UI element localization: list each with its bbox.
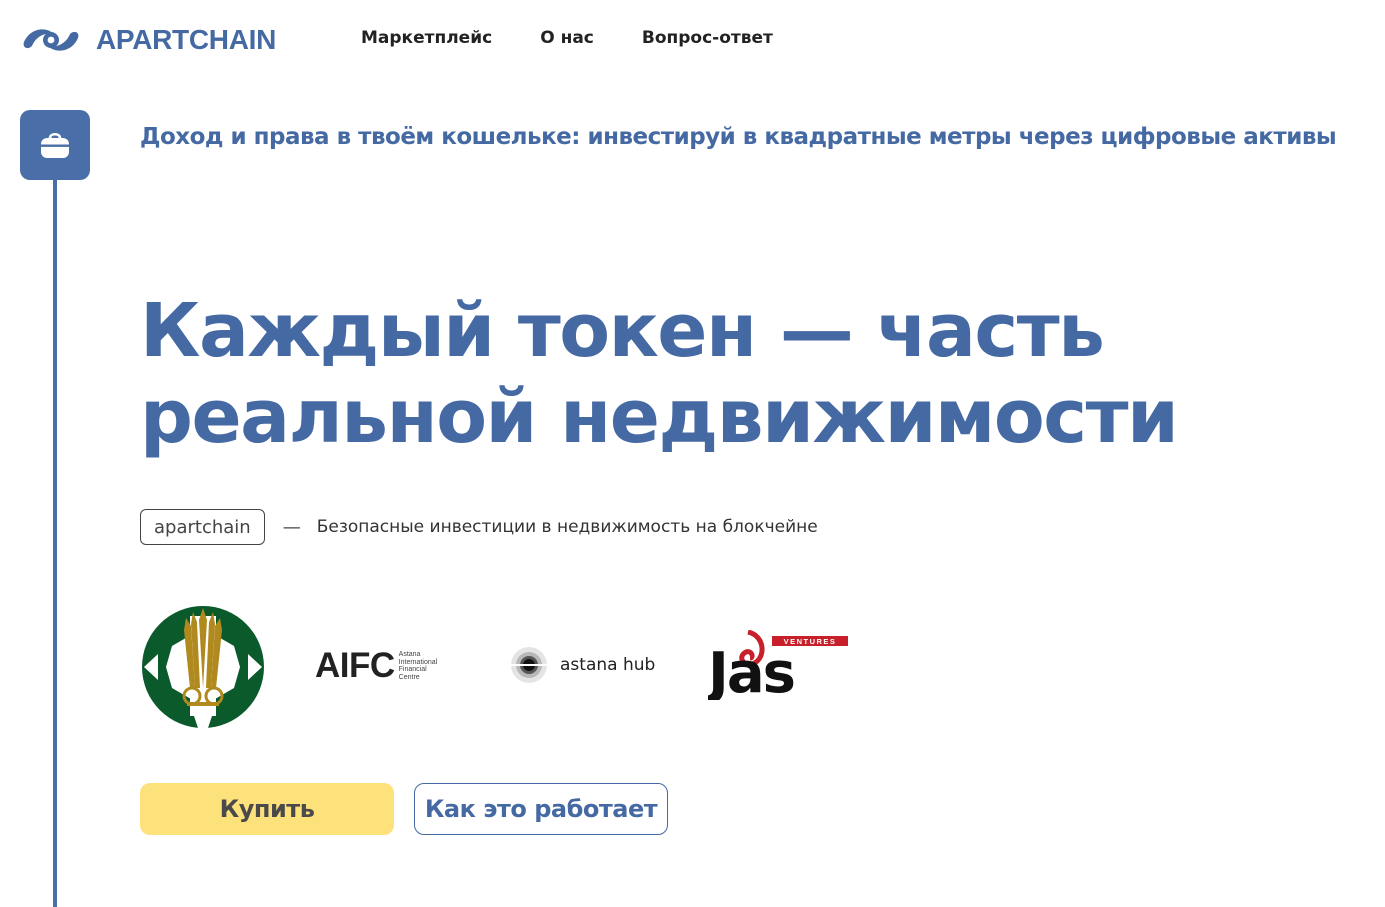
tagline: Доход и права в твоём кошельке: инвестир… — [140, 124, 1337, 150]
jas-ventures-logo: VENTURES Jas — [708, 630, 848, 700]
rail-icon-box — [20, 110, 90, 180]
hero-title-line-1: Каждый токен — часть — [140, 288, 1105, 374]
logo[interactable]: APARTCHAIN — [20, 20, 276, 60]
partners-row: AIFC Astana International Financial Cent… — [140, 600, 860, 730]
hero-title: Каждый токен — часть реальной недвижимос… — [140, 288, 1340, 460]
brand-pill: apartchain — [140, 509, 265, 545]
astana-hub-text: astana hub — [560, 655, 656, 675]
wallet-icon — [41, 132, 69, 158]
kazakhstan-emblem-logo — [142, 606, 264, 728]
header: APARTCHAIN Маркетплейс О нас Вопрос-отве… — [0, 0, 1385, 80]
nav-item-about[interactable]: О нас — [540, 28, 594, 48]
subheading: apartchain — Безопасные инвестиции в нед… — [140, 509, 818, 545]
main-nav: Маркетплейс О нас Вопрос-ответ — [361, 28, 773, 48]
subheading-text: Безопасные инвестиции в недвижимость на … — [316, 517, 818, 537]
how-it-works-button[interactable]: Как это работает — [414, 783, 668, 835]
astana-hub-logo: astana hub — [510, 646, 655, 684]
aifc-logo: AIFC Astana International Financial Cent… — [315, 646, 437, 686]
buy-button[interactable]: Купить — [140, 783, 394, 835]
rail-line — [53, 175, 57, 907]
hero-title-line-2: реальной недвижимости — [140, 374, 1179, 460]
logo-text: APARTCHAIN — [96, 24, 277, 55]
aifc-logo-text: AIFC — [315, 646, 395, 685]
aifc-logo-subtext: Astana International Financial Centre — [398, 651, 438, 681]
astana-hub-icon — [511, 647, 547, 683]
subheading-dash: — — [282, 516, 301, 538]
nav-item-marketplace[interactable]: Маркетплейс — [361, 28, 492, 48]
nav-item-faq[interactable]: Вопрос-ответ — [642, 28, 773, 48]
apartchain-logo-icon — [23, 29, 79, 51]
jas-logo-text: Jas — [708, 641, 794, 700]
